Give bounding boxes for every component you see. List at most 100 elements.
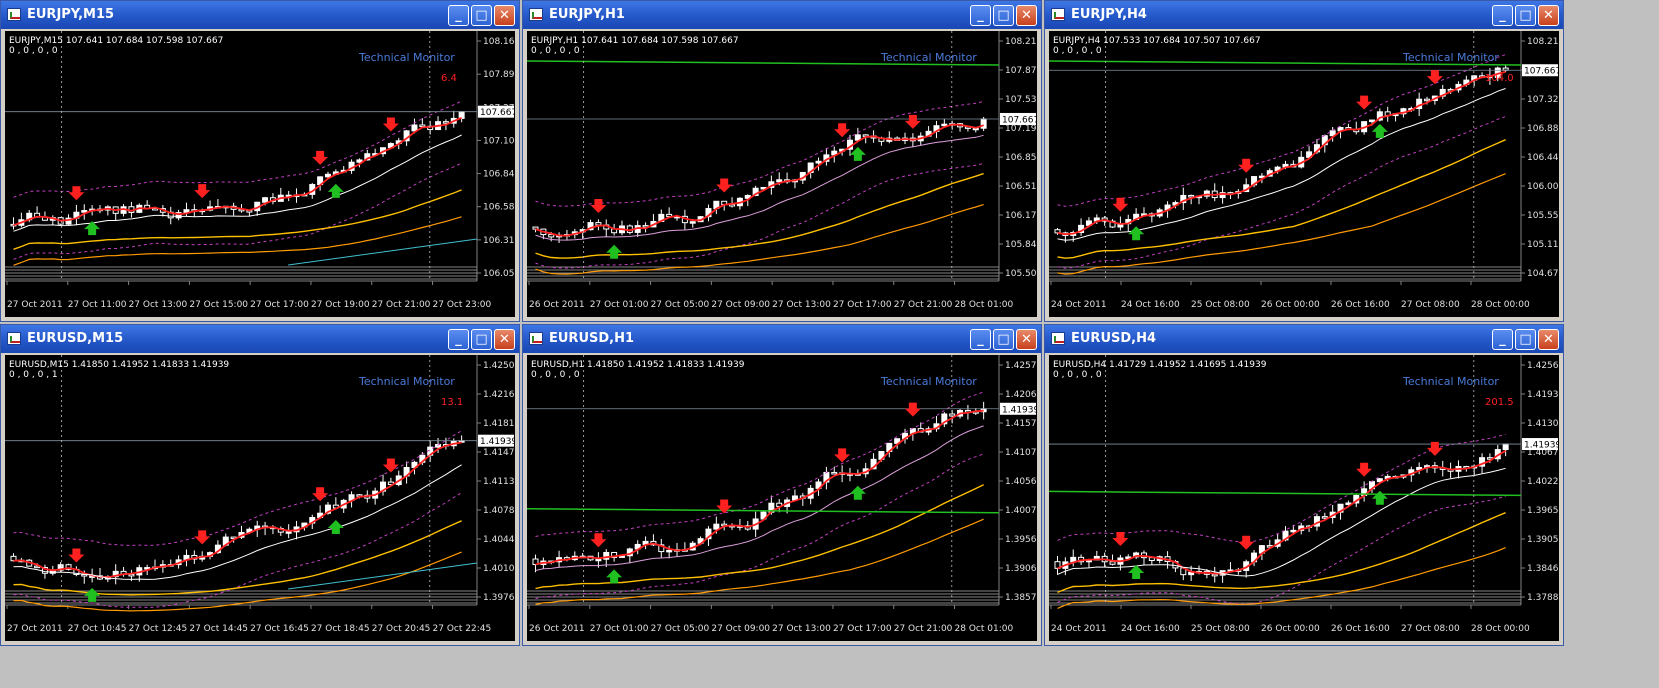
chart-window-eurusd-h4[interactable]: EURUSD,H4 _ □ ✕ 1.42560 1.41930 1.41300 1.4… (1044, 324, 1564, 646)
chart-canvas: 1.425601.419301.413001.406701.402201.396… (1049, 355, 1559, 634)
price-axis-label: 107.105 (483, 136, 515, 146)
price-axis-label: 1.38465 (1527, 564, 1559, 574)
sell-arrow-icon (590, 198, 607, 213)
price-axis-label: 107.320 (1527, 95, 1559, 105)
close-button[interactable]: ✕ (494, 5, 515, 26)
price-chart[interactable]: 108.160107.895107.370107.105106.840106.5… (5, 31, 515, 317)
time-axis-label: 27 Oct 01:00 (590, 300, 649, 310)
close-button[interactable]: ✕ (1016, 329, 1037, 350)
price-axis-label: 108.160 (483, 37, 515, 47)
minimize-button[interactable]: _ (1492, 5, 1513, 26)
maximize-button[interactable]: □ (993, 5, 1014, 26)
maximize-button[interactable]: □ (471, 329, 492, 350)
trend-moving-average (1057, 547, 1506, 609)
candle-body (411, 124, 418, 132)
price-chart[interactable]: 108.210107.770107.320106.880106.440106.0… (1049, 31, 1559, 317)
time-axis-label: 26 Oct 2011 (529, 300, 585, 310)
chart-window-eurusd-h1[interactable]: EURUSD,H1 _ □ ✕ 1.425751.420651.415701.4… (522, 324, 1042, 646)
time-axis-label: 27 Oct 2011 (7, 624, 63, 634)
price-axis-label: 1.40780 (483, 506, 515, 516)
candle-body (1188, 194, 1195, 198)
minimize-button[interactable]: _ (970, 5, 991, 26)
chart-window-eurjpy-h4[interactable]: EURJPY,H4 _ □ ✕ 108.210107.770107.320106… (1044, 0, 1564, 322)
minimize-button[interactable]: _ (448, 5, 469, 26)
current-price-tag: 1.41939 (480, 437, 515, 447)
upper-band (13, 100, 462, 198)
window-titlebar[interactable]: EURJPY,M15 _ □ ✕ (1, 1, 519, 29)
window-title: EURJPY,M15 (27, 7, 115, 22)
minimize-button[interactable]: _ (448, 329, 469, 350)
close-button[interactable]: ✕ (1538, 5, 1559, 26)
price-axis-label: 106.440 (1527, 153, 1559, 163)
close-button[interactable]: ✕ (1538, 329, 1559, 350)
chart-header: EURJPY,H4 107.533 107.684 107.507 107.66… (1053, 36, 1261, 46)
time-axis-label: 27 Oct 14:45 (189, 624, 248, 634)
candle-body (776, 179, 783, 183)
maximize-button[interactable]: □ (471, 5, 492, 26)
time-axis-label: 27 Oct 09:00 (711, 624, 770, 634)
sell-arrow-icon (312, 487, 329, 502)
chart-header: EURJPY,H1 107.641 107.684 107.598 107.66… (531, 36, 739, 46)
price-axis-label: 106.315 (483, 236, 515, 246)
technical-monitor-label: Technical Monitor (358, 51, 455, 64)
candle-body (324, 173, 331, 178)
close-button[interactable]: ✕ (494, 329, 515, 350)
window-title: EURUSD,M15 (27, 331, 124, 346)
minimize-button[interactable]: _ (970, 329, 991, 350)
chart-canvas: 108.160107.895107.370107.105106.840106.5… (5, 31, 515, 310)
price-axis-label: 1.40565 (1005, 477, 1037, 487)
time-axis-label: 27 Oct 20:45 (372, 624, 431, 634)
price-chart[interactable]: 1.42500 1.42160 1.41810 1.41470 1.41130 1.407… (5, 355, 515, 641)
window-titlebar[interactable]: EURUSD,H1 _ □ ✕ (523, 325, 1041, 353)
slow-moving-average (13, 134, 462, 232)
price-axis-label: 1.37880 (1527, 593, 1559, 603)
candle-body (419, 124, 426, 128)
window-titlebar[interactable]: EURJPY,H1 _ □ ✕ (523, 1, 1041, 29)
price-chart[interactable]: 1.42575 1.42065 1.41570 1.41075 1.40565 1.400… (527, 355, 1037, 641)
chart-window-eurusd-m15[interactable]: EURUSD,M15 _ □ ✕ 1.425001.421601.418101.… (0, 324, 520, 646)
trend-moving-average (535, 518, 984, 606)
chart-window-eurjpy-h1[interactable]: EURJPY,H1 _ □ ✕ 108.210 107.870 107.530 107… (522, 0, 1042, 322)
price-axis-label: 1.40440 (483, 535, 515, 545)
maximize-button[interactable]: □ (993, 329, 1014, 350)
price-axis-label: 105.500 (1005, 269, 1037, 279)
sell-arrow-icon (716, 178, 733, 193)
chart-window-icon (7, 8, 21, 21)
close-button[interactable]: ✕ (1016, 5, 1037, 26)
price-axis-label: 1.42160 (483, 390, 515, 400)
maximize-button[interactable]: □ (1515, 5, 1536, 26)
candle-body (1290, 529, 1297, 533)
sell-arrow-icon (312, 150, 329, 165)
window-title: EURUSD,H1 (549, 331, 635, 346)
window-titlebar[interactable]: EURUSD,M15 _ □ ✕ (1, 325, 519, 353)
candle-body (285, 531, 292, 534)
candle-body (831, 471, 838, 475)
time-axis-label: 27 Oct 10:45 (68, 624, 127, 634)
chart-window-eurjpy-m15[interactable]: EURJPY,M15 _ □ ✕ 108.160107.895107.37010… (0, 0, 520, 322)
price-chart[interactable]: 1.425601.419301.413001.406701.402201.396… (1049, 355, 1559, 641)
chart-header: EURUSD,H4 1.41729 1.41952 1.41695 1.4193… (1053, 360, 1267, 370)
window-titlebar[interactable]: EURJPY,H4 _ □ ✕ (1045, 1, 1563, 29)
candle-body (1368, 119, 1375, 123)
candle-body (1109, 561, 1116, 565)
price-chart[interactable]: 108.210 107.870 107.530 107.190 106.850 106.5… (527, 31, 1037, 317)
minimize-button[interactable]: _ (1492, 329, 1513, 350)
time-axis-label: 27 Oct 13:00 (772, 624, 831, 634)
price-axis-label: 106.850 (1005, 153, 1037, 163)
price-axis-label: 1.38570 (1005, 593, 1037, 603)
sell-arrow-icon (68, 548, 85, 563)
long-moving-average (535, 172, 984, 259)
candle-body (595, 558, 602, 562)
maximize-button[interactable]: □ (1515, 329, 1536, 350)
price-axis-label: 1.42065 (1005, 390, 1037, 400)
price-axis-label: 1.39560 (1005, 535, 1037, 545)
chart-window-icon (1051, 332, 1065, 345)
chart-window-icon (529, 332, 543, 345)
current-price-tag: 107.667 (1524, 67, 1559, 77)
lower-band (13, 162, 462, 260)
chart-header: EURUSD,H1 1.41850 1.41952 1.41833 1.4193… (531, 360, 745, 370)
candle-body (262, 197, 269, 203)
candle-body (458, 111, 465, 119)
window-titlebar[interactable]: EURUSD,H4 _ □ ✕ (1045, 325, 1563, 353)
lower-band (1057, 495, 1506, 605)
